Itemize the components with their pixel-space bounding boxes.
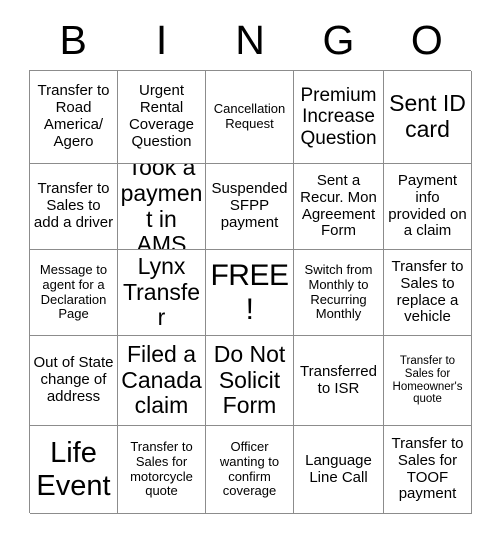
bingo-cell-label: Took a payment in AMS [120, 164, 203, 250]
bingo-cell-label: Switch from Monthly to Recurring Monthly [304, 262, 373, 322]
bingo-cell-label: Lynx Transfer [122, 252, 201, 331]
bingo-cell[interactable]: Transfer to Sales to replace a vehicle [384, 250, 472, 336]
bingo-cell[interactable]: Officer wanting to confirm coverage [206, 426, 294, 514]
bingo-header: B I N G O [29, 14, 471, 66]
header-letter-b: B [29, 14, 117, 66]
bingo-cell[interactable]: Language Line Call [294, 426, 384, 514]
bingo-cell-free[interactable]: FREE! [206, 250, 294, 336]
bingo-cell-label: Filed a Canada claim [121, 340, 202, 419]
header-letter-g: G [294, 14, 382, 66]
bingo-cell-label: Life Event [36, 437, 111, 502]
bingo-cell[interactable]: Premium Increase Question [294, 71, 384, 164]
bingo-cell[interactable]: Out of State change of address [30, 336, 118, 426]
header-letter-n: N [206, 14, 294, 66]
header-letter-o-text: O [410, 16, 443, 63]
bingo-cell-label: Language Line Call [305, 451, 372, 486]
bingo-cell[interactable]: Transfer to Road America/ Agero [30, 71, 118, 164]
bingo-cell-label: Message to agent for a Declaration Page [39, 262, 108, 322]
bingo-grid: Transfer to Road America/ Agero Urgent Re… [29, 70, 472, 514]
bingo-cell[interactable]: Payment info provided on a claim [384, 164, 472, 250]
header-letter-i-text: I [155, 16, 168, 63]
bingo-cell[interactable]: Cancellation Request [206, 71, 294, 164]
bingo-cell-label: Out of State change of address [33, 354, 114, 405]
bingo-cell-label: Do Not Solicit Form [213, 340, 286, 419]
bingo-cell[interactable]: Urgent Rental Coverage Question [118, 71, 206, 164]
bingo-cell-label: Cancellation Request [213, 101, 286, 131]
bingo-cell[interactable]: Switch from Monthly to Recurring Monthly [294, 250, 384, 336]
bingo-cell[interactable]: Suspended SFPP payment [206, 164, 294, 250]
bingo-cell[interactable]: Transfer to Sales for motorcycle quote [118, 426, 206, 514]
bingo-cell[interactable]: Life Event [30, 426, 118, 514]
bingo-cell[interactable]: Message to agent for a Declaration Page [30, 250, 118, 336]
bingo-cell[interactable]: Transfer to Sales for Homeowner's quote [384, 336, 472, 426]
header-letter-b-text: B [59, 16, 87, 63]
bingo-cell-label: Transfer to Sales for motorcycle quote [130, 439, 193, 499]
bingo-cell-label: Transfer to Road America/ Agero [37, 82, 110, 150]
header-letter-i: I [117, 14, 205, 66]
bingo-cell[interactable]: Filed a Canada claim [118, 336, 206, 426]
bingo-cell[interactable]: Transfer to Sales to add a driver [30, 164, 118, 250]
bingo-cell-label: Transferred to ISR [300, 362, 377, 397]
bingo-cell-label: Sent ID card [389, 90, 466, 142]
bingo-cell-label: Officer wanting to confirm coverage [219, 439, 280, 499]
bingo-cell[interactable]: Sent a Recur. Mon Agreement Form [294, 164, 384, 250]
bingo-cell[interactable]: Lynx Transfer [118, 250, 206, 336]
bingo-cell-label: Transfer to Sales for Homeowner's quote [392, 354, 463, 406]
bingo-cell[interactable]: Transfer to Sales for TOOF payment [384, 426, 472, 514]
bingo-card: B I N G O Transfer to Road America/ Ager… [0, 0, 500, 544]
bingo-cell[interactable]: Do Not Solicit Form [206, 336, 294, 426]
bingo-cell-label: Urgent Rental Coverage Question [128, 82, 195, 150]
bingo-cell-label: FREE! [210, 258, 289, 326]
header-letter-o: O [383, 14, 471, 66]
header-letter-n-text: N [235, 16, 265, 63]
bingo-cell-label: Suspended SFPP payment [211, 180, 288, 231]
bingo-cell-label: Transfer to Sales to replace a vehicle [391, 257, 464, 326]
bingo-cell-label: Transfer to Sales to add a driver [33, 180, 114, 231]
bingo-cell-label: Premium Increase Question [300, 85, 377, 149]
bingo-cell[interactable]: Sent ID card [384, 71, 472, 164]
header-letter-g-text: G [322, 16, 355, 63]
bingo-cell-label: Sent a Recur. Mon Agreement Form [300, 171, 377, 240]
bingo-cell[interactable]: Took a payment in AMS [118, 164, 206, 250]
bingo-cell-label: Transfer to Sales for TOOF payment [391, 434, 464, 503]
bingo-cell-label: Payment info provided on a claim [388, 171, 467, 240]
bingo-cell[interactable]: Transferred to ISR [294, 336, 384, 426]
